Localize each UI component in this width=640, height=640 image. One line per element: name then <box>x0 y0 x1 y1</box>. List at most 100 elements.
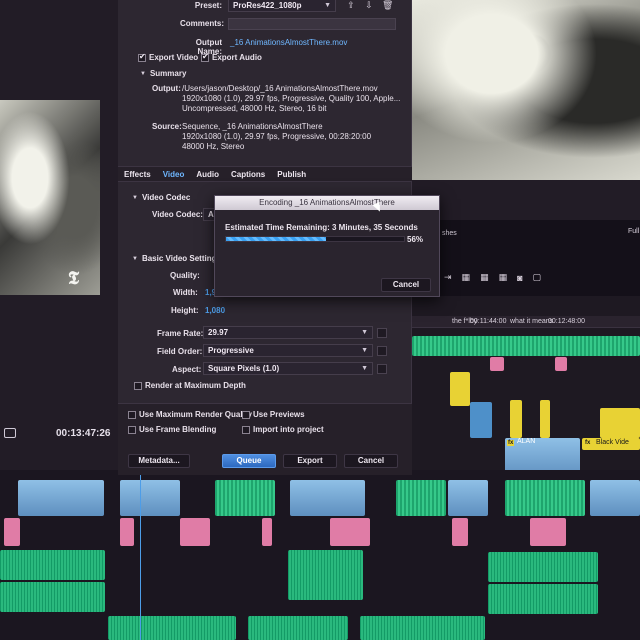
clip-pink[interactable] <box>530 518 566 546</box>
time-ruler[interactable]: the f*lby 00:11:44:00 what it means 00:1… <box>412 316 640 328</box>
output-name-link[interactable]: _16 AnimationsAlmostThere.mov <box>230 38 347 47</box>
disclosure-triangle-icon[interactable]: ▼ <box>140 71 146 77</box>
tab-audio[interactable]: Audio <box>190 167 225 181</box>
export-video-checkbox[interactable]: Export Video <box>138 52 198 62</box>
clip-pink[interactable] <box>4 518 20 546</box>
queue-button[interactable]: Queue <box>222 454 276 468</box>
disclosure-triangle-icon[interactable]: ▼ <box>132 195 138 201</box>
width-label: Width: <box>173 288 198 297</box>
comments-input[interactable] <box>228 18 396 30</box>
basic-video-settings-section[interactable]: ▼ Basic Video Settings <box>132 254 221 263</box>
export-frame-icon[interactable]: ◙ <box>517 273 522 283</box>
checkbox-unchecked[interactable] <box>128 425 136 434</box>
output-summary-text: /Users/jason/Desktop/_16 AnimationsAlmos… <box>182 84 401 113</box>
field-order-value: Progressive <box>208 346 254 355</box>
clip-video[interactable] <box>290 480 365 516</box>
audio-clip[interactable] <box>108 616 236 640</box>
clip-pink[interactable] <box>490 357 504 371</box>
tab-captions[interactable]: Captions <box>225 167 271 181</box>
trim-icon[interactable]: ▦ <box>462 272 471 283</box>
preset-select[interactable]: ProRes422_1080p ▼ <box>228 0 336 12</box>
checkbox-unchecked[interactable] <box>134 381 142 390</box>
source-timecode[interactable]: 00:13:47:26 <box>56 428 110 439</box>
use-previews-checkbox[interactable]: Use Previews <box>242 410 305 419</box>
height-value[interactable]: 1,080 <box>205 306 225 315</box>
timeline-green-strip[interactable] <box>412 336 640 356</box>
summary-section[interactable]: ▼ Summary <box>140 69 186 78</box>
aspect-match-source[interactable] <box>377 364 387 374</box>
clip-video[interactable] <box>120 480 180 516</box>
fit-dropdown[interactable]: Full <box>628 228 639 235</box>
import-preset-icon[interactable]: ⇩ <box>364 0 374 10</box>
timeline-panel[interactable] <box>0 470 640 640</box>
clip-black-video[interactable]: fx Black Vide <box>582 438 640 450</box>
checkbox-checked[interactable] <box>201 52 209 62</box>
tab-publish[interactable]: Publish <box>271 167 312 181</box>
clip-green[interactable] <box>505 480 585 516</box>
preset-value: ProRes422_1080p <box>233 1 302 10</box>
clip-yellow[interactable] <box>600 408 640 438</box>
video-codec-label: Video Codec: <box>152 210 203 219</box>
render-max-depth-checkbox[interactable]: Render at Maximum Depth <box>134 381 246 390</box>
checkbox-unchecked[interactable] <box>242 410 250 419</box>
save-preset-icon[interactable]: ⇪ <box>346 0 356 10</box>
clip-pink[interactable] <box>452 518 468 546</box>
clip-yellow[interactable] <box>510 400 522 438</box>
clip-label-black-video: Black Vide <box>596 439 629 446</box>
import-project-checkbox[interactable]: Import into project <box>242 425 324 434</box>
step-back-icon[interactable]: ⇥ <box>444 272 452 283</box>
tab-effects[interactable]: Effects <box>118 167 157 181</box>
import-project-label: Import into project <box>253 425 324 434</box>
clip-pink[interactable] <box>180 518 210 546</box>
settings-tabs: Effects Video Audio Captions Publish <box>118 166 412 182</box>
frame-rate-select[interactable]: 29.97 ▼ <box>203 326 373 339</box>
audio-clip[interactable] <box>0 550 105 580</box>
clip-pink[interactable] <box>120 518 134 546</box>
export-audio-label: Export Audio <box>212 53 262 62</box>
clip-pink[interactable] <box>330 518 370 546</box>
tab-video[interactable]: Video <box>157 167 191 181</box>
extract-icon[interactable]: ▦ <box>499 272 508 283</box>
audio-clip[interactable] <box>488 584 598 614</box>
metadata-button[interactable]: Metadata... <box>128 454 190 468</box>
button-editor-icon[interactable]: ▢ <box>533 272 542 283</box>
delete-preset-icon[interactable]: 🗑 <box>382 0 393 10</box>
clip-pink[interactable] <box>262 518 272 546</box>
basic-settings-title: Basic Video Settings <box>141 254 221 263</box>
program-monitor-controls <box>412 180 640 220</box>
encoding-cancel-button[interactable]: Cancel <box>381 278 431 292</box>
field-order-select[interactable]: Progressive ▼ <box>203 344 373 357</box>
aspect-select[interactable]: Square Pixels (1.0) ▼ <box>203 362 373 375</box>
checkbox-checked[interactable] <box>138 52 146 62</box>
lift-icon[interactable]: ▦ <box>480 272 489 283</box>
audio-clip[interactable] <box>0 582 105 612</box>
export-audio-checkbox[interactable]: Export Audio <box>201 52 262 62</box>
wrench-icon[interactable] <box>4 428 16 438</box>
playhead[interactable] <box>140 470 141 640</box>
clip-pink[interactable] <box>555 357 567 371</box>
audio-clip[interactable] <box>360 616 485 640</box>
field-order-match-source[interactable] <box>377 346 387 356</box>
audio-clip[interactable] <box>488 552 598 582</box>
clip-video[interactable] <box>448 480 488 516</box>
clip-green[interactable] <box>215 480 275 516</box>
aspect-value: Square Pixels (1.0) <box>208 364 280 373</box>
frame-rate-match-source[interactable] <box>377 328 387 338</box>
export-button[interactable]: Export <box>283 454 337 468</box>
clip-yellow[interactable] <box>540 400 550 438</box>
checkbox-unchecked[interactable] <box>128 410 136 419</box>
audio-clip[interactable] <box>288 550 363 600</box>
clip-blue[interactable] <box>470 402 492 438</box>
fx-badge: fx <box>584 440 592 446</box>
disclosure-triangle-icon[interactable]: ▼ <box>132 256 138 262</box>
checkbox-unchecked[interactable] <box>242 425 250 434</box>
clip-yellow[interactable] <box>450 372 470 406</box>
clip-green[interactable] <box>396 480 446 516</box>
clip-video[interactable] <box>18 480 104 516</box>
video-codec-section[interactable]: ▼ Video Codec <box>132 193 190 202</box>
max-render-quality-checkbox[interactable]: Use Maximum Render Quality <box>128 410 252 419</box>
cancel-button[interactable]: Cancel <box>344 454 398 468</box>
clip-video[interactable] <box>590 480 640 516</box>
frame-blending-checkbox[interactable]: Use Frame Blending <box>128 425 216 434</box>
audio-clip[interactable] <box>248 616 348 640</box>
